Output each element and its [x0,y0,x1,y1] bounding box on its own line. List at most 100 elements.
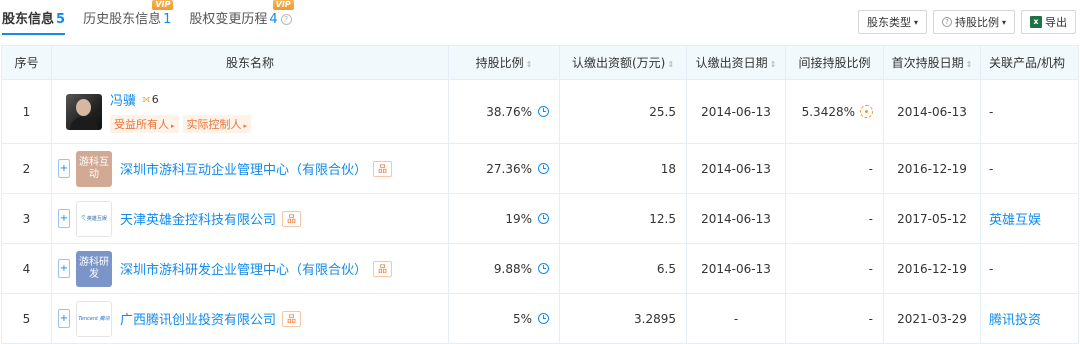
shareholder-name-link[interactable]: 深圳市游科研发企业管理中心（有限合伙） [120,259,367,278]
indirect-value: 5.3428% [801,104,855,119]
column-header-amount[interactable]: 认缴出资额(万元) ⇕ [559,45,687,80]
penetration-icon[interactable] [860,104,873,118]
export-label: 导出 [1045,16,1067,29]
amount-cell: 25.5 [559,79,687,144]
date-cell: - [686,293,786,344]
help-icon[interactable]: ? [280,14,292,25]
related-cell: 腾讯投资 [980,293,1079,344]
header-label: 间接持股比例 [798,56,871,70]
caret-down-icon: ▾ [1001,17,1006,27]
tab-label: 股东信息 [2,12,55,27]
company-logo: ৎ 英雄互娱 [76,200,112,237]
tab-history-shareholders[interactable]: VIP 历史股东信息 1 [83,0,174,36]
row-index: 3 [1,193,52,244]
shareholder-wrap: + ৎ 英雄互娱 天津英雄金控科技有限公司 品 [58,200,448,237]
company-logo: Tencent 腾讯 [76,300,112,337]
clock-icon[interactable] [538,312,549,324]
tag-beneficial-owner[interactable]: 受益所有人 ▸ [110,115,179,133]
ratio-value: 5% [512,311,532,326]
date-cell: 2014-06-13 [686,243,786,294]
equity-structure-icon[interactable]: 品 [282,310,302,327]
column-header-ratio[interactable]: 持股比例 ⇕ [448,45,560,80]
ratio-cell: 27.36% [448,143,560,194]
shareholder-cell: 冯骥 ⟗ 6 受益所有人 ▸ 实际控制人 ▸ [51,79,449,144]
date-cell: 2014-06-13 [686,193,786,244]
expand-button[interactable]: + [58,209,70,228]
row-index: 5 [1,293,52,344]
expand-button[interactable]: + [58,259,70,278]
indirect-cell: - [785,193,884,244]
holding-company-icon[interactable]: ⟗ [142,94,151,105]
related-cell: - [980,243,1079,294]
table-row: 5 + Tencent 腾讯 广西腾讯创业投资有限公司 品 5% 3.2895 … [1,293,1079,344]
tag-arrow-icon: ▸ [243,122,248,130]
tab-shareholder-info[interactable]: 股东信息 5 [2,8,66,36]
tag-label: 实际控制人 [186,118,242,131]
table-row: 2 + 游科互动 深圳市游科互动企业管理中心（有限合伙） 品 27.36% 18… [1,143,1079,194]
sort-icon: ⇕ [667,60,675,69]
expand-button[interactable]: + [58,159,70,178]
shareholder-cell: + ৎ 英雄互娱 天津英雄金控科技有限公司 品 [51,193,449,244]
ratio-cell: 38.76% [448,79,560,144]
clock-icon[interactable] [538,105,549,117]
row-index: 4 [1,243,52,294]
ratio-value: 19% [505,211,532,226]
column-header-date[interactable]: 认缴出资日期 ⇕ [686,45,786,80]
header-label: 持股比例 [475,56,524,70]
export-button[interactable]: x 导出 [1021,10,1076,34]
sort-icon: ⇕ [525,60,533,69]
indirect-cell: 5.3428% [785,79,884,144]
clock-icon[interactable] [538,212,549,224]
shareholder-cell: + Tencent 腾讯 广西腾讯创业投资有限公司 品 [51,293,449,344]
tag-actual-controller[interactable]: 实际控制人 ▸ [182,115,252,133]
tab-equity-change[interactable]: VIP 股权变更历程 4? [189,0,294,36]
clock-icon[interactable] [538,262,549,274]
top-bar: 股东信息 5 VIP 历史股东信息 1 VIP 股权变更历程 4? 股东类型 ▾ ? … [0,0,1080,38]
shareholder-type-dropdown[interactable]: 股东类型 ▾ [857,10,927,34]
equity-structure-icon[interactable]: 品 [373,260,393,277]
amount-cell: 3.2895 [559,293,687,344]
shareholder-name-link[interactable]: 深圳市游科互动企业管理中心（有限合伙） [120,159,367,178]
shareholder-wrap: + 游科研发 深圳市游科研发企业管理中心（有限合伙） 品 [58,250,448,287]
avatar[interactable] [66,93,102,130]
sort-icon: ⇕ [965,60,973,69]
table-row: 4 + 游科研发 深圳市游科研发企业管理中心（有限合伙） 品 9.88% 6.5… [1,243,1079,294]
vip-badge: VIP [272,0,294,10]
tab-bar: 股东信息 5 VIP 历史股东信息 1 VIP 股权变更历程 4? [2,0,310,36]
amount-cell: 12.5 [559,193,687,244]
column-header-index: 序号 [1,45,52,80]
equity-structure-icon[interactable]: 品 [373,160,393,177]
header-label: 首次持股日期 [891,56,964,70]
first-date-cell: 2016-12-19 [883,143,981,194]
column-header-first-date[interactable]: 首次持股日期 ⇕ [883,45,981,80]
related-cell: - [980,79,1079,144]
table-row: 1 冯骥 ⟗ 6 受益所有人 ▸ 实际控制人 ▸ 38.76% 25.5 201… [1,79,1079,144]
related-link[interactable]: 英雄互娱 [989,213,1041,228]
shareholder-name-link[interactable]: 广西腾讯创业投资有限公司 [120,309,276,328]
first-date-cell: 2017-05-12 [883,193,981,244]
clock-icon[interactable] [538,162,549,174]
header-label: 认缴出资额(万元) [571,56,666,70]
company-logo: 游科研发 [76,250,112,287]
row-index: 1 [1,79,52,144]
holding-ratio-dropdown[interactable]: ? 持股比例 ▾ [932,10,1015,34]
shareholder-name-link[interactable]: 天津英雄金控科技有限公司 [120,209,276,228]
indirect-cell: - [785,143,884,194]
holding-company-count[interactable]: 6 [152,93,159,106]
shareholder-wrap: + 游科互动 深圳市游科互动企业管理中心（有限合伙） 品 [58,150,448,187]
logo-text: 英雄互娱 [86,215,107,222]
shareholder-wrap: + Tencent 腾讯 广西腾讯创业投资有限公司 品 [58,300,448,337]
shareholder-cell: + 游科研发 深圳市游科研发企业管理中心（有限合伙） 品 [51,243,449,294]
related-link[interactable]: 腾讯投资 [989,313,1041,328]
logo-mark-icon: ৎ [81,213,86,224]
equity-structure-icon[interactable]: 品 [282,210,302,227]
ratio-value: 38.76% [486,104,532,119]
expand-button[interactable]: + [58,309,70,328]
caret-down-icon: ▾ [913,17,918,27]
amount-cell: 6.5 [559,243,687,294]
header-label: 认缴出资日期 [695,56,768,70]
tag-list: 受益所有人 ▸ 实际控制人 ▸ [110,115,252,133]
question-icon: ? [941,17,952,27]
ratio-value: 27.36% [486,161,532,176]
shareholder-name-link[interactable]: 冯骥 [110,90,136,109]
